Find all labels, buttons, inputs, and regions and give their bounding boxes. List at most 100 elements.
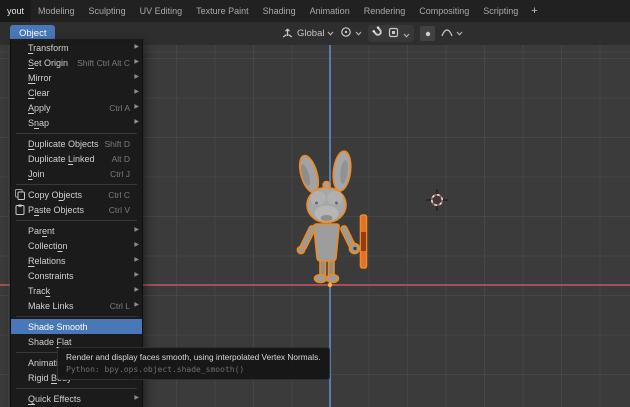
submenu-arrow-icon: ▶	[130, 40, 139, 55]
tab-yout[interactable]: yout	[0, 0, 31, 22]
menu-item-relations[interactable]: Relations ▶	[11, 253, 142, 268]
proportional-editing-icon	[424, 25, 432, 43]
menu-shortcut: Ctrl A	[109, 103, 130, 113]
cursor-3d-icon	[425, 188, 449, 212]
submenu-arrow-icon: ▶	[130, 85, 139, 100]
snap-magnet-icon[interactable]	[372, 25, 384, 43]
menu-item-duplicate-objects[interactable]: Duplicate Objects Shift D	[11, 136, 142, 151]
submenu-arrow-icon: ▶	[130, 55, 139, 70]
submenu-arrow-icon: ▶	[130, 253, 139, 268]
falloff-curve-icon	[441, 27, 453, 40]
menu-item-clear[interactable]: Clear ▶	[11, 85, 142, 100]
menu-item-duplicate-linked[interactable]: Duplicate Linked Alt D	[11, 151, 142, 166]
menu-item-label: Set Origin	[28, 58, 68, 68]
menu-item-quick-effects[interactable]: Quick Effects ▶	[11, 391, 142, 406]
tab-scripting[interactable]: Scripting	[476, 0, 525, 22]
menu-item-label: Clear	[28, 88, 50, 98]
tooltip: Render and display faces smooth, using i…	[57, 347, 330, 380]
stick-prop	[361, 215, 367, 268]
menu-item-constraints[interactable]: Constraints ▶	[11, 268, 142, 283]
menu-shortcut: Ctrl J	[110, 169, 130, 179]
rabbit-character[interactable]	[285, 148, 377, 290]
chevron-down-icon	[355, 28, 362, 39]
tab-uv-editing[interactable]: UV Editing	[133, 0, 190, 22]
proportional-editing-toggle[interactable]	[420, 26, 435, 41]
menu-item-shade-smooth[interactable]: Shade Smooth	[11, 319, 142, 334]
submenu-arrow-icon: ▶	[130, 70, 139, 85]
snapping-group	[368, 25, 414, 42]
menu-separator	[11, 217, 142, 223]
transform-orientation-dropdown[interactable]: Global	[281, 25, 334, 42]
menu-shortcut: Ctrl C	[108, 190, 130, 200]
menu-item-label: Shade Flat	[28, 337, 72, 347]
menu-item-mirror[interactable]: Mirror ▶	[11, 70, 142, 85]
menu-item-collection[interactable]: Collection ▶	[11, 238, 142, 253]
menu-item-label: Mirror	[28, 73, 52, 83]
tab-compositing[interactable]: Compositing	[412, 0, 476, 22]
menu-shortcut: Ctrl V	[109, 205, 130, 215]
menu-item-join[interactable]: Join Ctrl J	[11, 166, 142, 181]
menu-item-set-origin[interactable]: Set Origin Shift Ctrl Alt C▶	[11, 55, 142, 70]
submenu-arrow-icon: ▶	[130, 115, 139, 130]
tab-texture-paint[interactable]: Texture Paint	[189, 0, 256, 22]
menu-item-label: Paste Objects	[28, 205, 84, 215]
transform-orientation-icon	[281, 26, 294, 42]
menu-item-label: Shade Smooth	[28, 322, 88, 332]
submenu-arrow-icon: ▶	[130, 283, 139, 298]
submenu-arrow-icon: ▶	[130, 238, 139, 253]
menu-item-make-links[interactable]: Make LinksCtrl L▶	[11, 298, 142, 313]
menu-item-label: Duplicate Linked	[28, 154, 95, 164]
menu-item-snap[interactable]: Snap▶	[11, 115, 142, 130]
menu-shortcut: Shift D	[104, 139, 130, 149]
menu-item-label: Parent	[28, 226, 55, 236]
submenu-arrow-icon: ▶	[130, 391, 139, 406]
tooltip-python: Python: bpy.ops.object.shade_smooth()	[66, 365, 321, 374]
menu-item-label: Collection	[28, 241, 68, 251]
chevron-down-icon	[456, 28, 463, 39]
paste-icon	[11, 204, 28, 215]
menu-item-label: Constraints	[28, 271, 74, 281]
header-controls: Global	[281, 24, 463, 43]
menu-item-label: Join	[28, 169, 45, 179]
tab-shading[interactable]: Shading	[256, 0, 303, 22]
menu-shortcut: Ctrl L	[110, 301, 130, 311]
chevron-down-icon	[327, 28, 334, 39]
workspace-tabbar: youtModelingSculptingUV EditingTexture P…	[0, 0, 630, 22]
add-workspace-button[interactable]: +	[525, 0, 543, 22]
menu-item-label: Copy Objects	[28, 190, 82, 200]
tab-rendering[interactable]: Rendering	[357, 0, 413, 22]
orientation-label: Global	[297, 28, 324, 39]
menu-separator	[11, 181, 142, 187]
pivot-point-dropdown[interactable]	[340, 25, 362, 42]
menu-item-label: Transform	[28, 43, 69, 53]
menu-item-paste-objects[interactable]: Paste Objects Ctrl V	[11, 202, 142, 217]
snap-target-icon[interactable]	[388, 25, 399, 43]
submenu-arrow-icon: ▶	[130, 223, 139, 238]
menu-item-label: Track	[28, 286, 50, 296]
menu-item-label: Apply	[28, 103, 51, 113]
menu-item-parent[interactable]: Parent ▶	[11, 223, 142, 238]
chevron-down-icon[interactable]	[403, 25, 410, 43]
menu-item-transform[interactable]: Transform ▶	[11, 40, 142, 55]
tab-modeling[interactable]: Modeling	[31, 0, 82, 22]
pivot-point-icon	[340, 26, 352, 41]
menu-item-apply[interactable]: ApplyCtrl A▶	[11, 100, 142, 115]
tooltip-description: Render and display faces smooth, using i…	[66, 352, 321, 362]
menu-item-label: Duplicate Objects	[28, 139, 99, 149]
menu-shortcut: Alt D	[112, 154, 130, 164]
submenu-arrow-icon: ▶	[130, 268, 139, 283]
menu-item-track[interactable]: Track ▶	[11, 283, 142, 298]
menu-item-label: Relations	[28, 256, 66, 266]
menu-separator	[11, 385, 142, 391]
menu-shortcut: Shift Ctrl Alt C	[77, 58, 130, 68]
menu-item-label: Make Links	[28, 301, 74, 311]
proportional-falloff-dropdown[interactable]	[441, 25, 463, 42]
copy-icon	[11, 189, 28, 200]
tab-sculpting[interactable]: Sculpting	[82, 0, 133, 22]
blender-window: youtModelingSculptingUV EditingTexture P…	[0, 0, 630, 407]
menu-separator	[11, 130, 142, 136]
menu-item-copy-objects[interactable]: Copy Objects Ctrl C	[11, 187, 142, 202]
menu-item-label: Quick Effects	[28, 394, 81, 404]
tab-animation[interactable]: Animation	[303, 0, 357, 22]
menu-separator	[11, 313, 142, 319]
